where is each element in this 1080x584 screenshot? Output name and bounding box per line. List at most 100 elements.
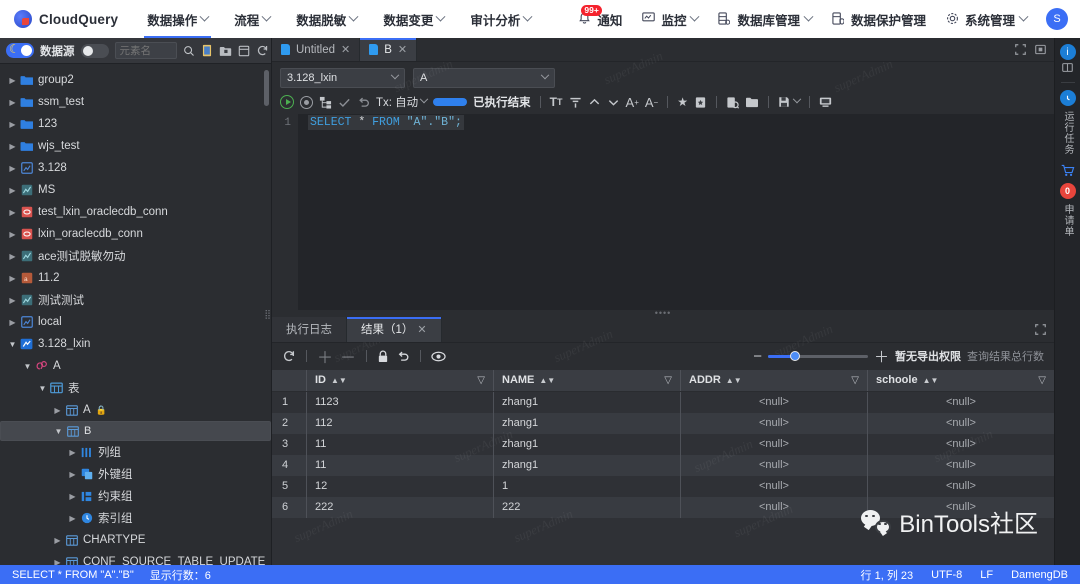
chevron-right-icon[interactable]: ▶	[6, 76, 19, 85]
refresh-icon[interactable]	[256, 43, 269, 58]
cart-icon[interactable]	[1061, 164, 1075, 180]
sort-icon[interactable]: ▲▼	[726, 376, 742, 384]
column-header-NAME[interactable]: NAME ▲▼ ▽	[493, 369, 680, 391]
cell-NAME[interactable]: zhang1	[493, 391, 680, 413]
chevron-down-icon[interactable]: ▼	[21, 362, 34, 371]
cell-schoole[interactable]: <null>	[867, 412, 1054, 434]
cell-ADDR[interactable]: <null>	[680, 454, 867, 476]
nav-item-2[interactable]: 数据脱敏	[283, 0, 370, 38]
header-action-3[interactable]: 数据保护管理	[823, 0, 935, 38]
tree-node-3[interactable]: ▶ wjs_test	[0, 135, 271, 157]
execution-plan-icon[interactable]	[319, 96, 332, 109]
theme-toggle[interactable]	[6, 42, 34, 58]
tree-node-4[interactable]: ▶ 3.128	[0, 157, 271, 179]
tree-node-6[interactable]: ▶ test_lxin_oraclecdb_conn	[0, 201, 271, 223]
row-limit-slider[interactable]	[767, 351, 868, 361]
column-header-ID[interactable]: ID ▲▼ ▽	[306, 369, 493, 391]
close-icon[interactable]: ✕	[341, 43, 350, 56]
cell-NAME[interactable]: zhang1	[493, 454, 680, 476]
tree-node-21[interactable]: ▶ CHARTYPE	[0, 529, 271, 551]
chevron-right-icon[interactable]: ▶	[66, 448, 79, 457]
chevron-right-icon[interactable]: ▶	[66, 470, 79, 479]
run-button[interactable]	[280, 95, 294, 109]
chevron-right-icon[interactable]: ▶	[51, 558, 64, 566]
tx-mode-label[interactable]: Tx: 自动	[376, 94, 418, 110]
tree-node-15[interactable]: ▶ A 🔒	[0, 399, 271, 421]
nav-item-1[interactable]: 流程	[221, 0, 283, 38]
tree-node-1[interactable]: ▶ ssm_test	[0, 91, 271, 113]
tree-node-14[interactable]: ▼ 表	[0, 377, 271, 399]
eye-icon[interactable]	[431, 351, 446, 362]
tree-node-8[interactable]: ▶ ace测试脱敏勿动	[0, 245, 271, 267]
expand-all-icon[interactable]	[607, 96, 620, 109]
total-rows-label[interactable]: 查询结果总行数	[967, 348, 1044, 364]
maximize-icon[interactable]	[1015, 44, 1026, 55]
tree-node-0[interactable]: ▶ group2	[0, 69, 271, 91]
schema-select[interactable]: A	[413, 67, 555, 88]
sort-icon[interactable]: ▲▼	[539, 376, 555, 384]
close-icon[interactable]: ✕	[417, 323, 426, 336]
tree-node-9[interactable]: ▶ a 11.2	[0, 267, 271, 289]
cell-NAME[interactable]: 1	[493, 475, 680, 497]
cell-ID[interactable]: 12	[306, 475, 493, 497]
status-cursor-position[interactable]: 行 1, 列 23	[861, 567, 914, 583]
table-row[interactable]: 1 1123 zhang1 <null> <null>	[272, 391, 1054, 413]
maximize-icon[interactable]	[1035, 323, 1046, 335]
sql-editor[interactable]: 1 SELECT * FROM "A"."B";	[272, 114, 1054, 310]
chevron-down-icon[interactable]: ▼	[52, 427, 65, 436]
chevron-right-icon[interactable]: ▶	[6, 296, 19, 305]
close-icon[interactable]: ✕	[398, 43, 407, 56]
chevron-right-icon[interactable]: ▶	[6, 120, 19, 129]
chevron-right-icon[interactable]: ▶	[6, 230, 19, 239]
refresh-icon[interactable]	[282, 349, 296, 363]
header-action-4[interactable]: 系统管理	[937, 0, 1036, 38]
nav-item-3[interactable]: 数据变更	[370, 0, 457, 38]
header-action-2[interactable]: 数据库管理	[709, 0, 821, 38]
column-header-ADDR[interactable]: ADDR ▲▼ ▽	[680, 369, 867, 391]
lock-icon[interactable]	[377, 350, 389, 363]
stop-button[interactable]	[300, 95, 313, 109]
tree-node-19[interactable]: ▶ 约束组	[0, 485, 271, 507]
cell-NAME[interactable]: zhang1	[493, 433, 680, 455]
sql-file-icon[interactable]	[201, 43, 213, 58]
favorite-icon[interactable]: ★	[677, 95, 688, 109]
tx-toggle[interactable]	[433, 98, 468, 106]
cell-ID[interactable]: 112	[306, 412, 493, 434]
filter-icon[interactable]: ▽	[1038, 375, 1046, 386]
save-icon[interactable]	[778, 96, 790, 108]
chevron-down-icon[interactable]	[792, 94, 802, 104]
cell-ADDR[interactable]: <null>	[680, 391, 867, 413]
chevron-right-icon[interactable]: ▶	[51, 536, 64, 545]
cell-ADDR[interactable]: <null>	[680, 475, 867, 497]
header-action-0[interactable]: 99+ 通知	[569, 0, 631, 38]
restore-icon[interactable]	[1035, 44, 1046, 55]
snippet-icon[interactable]	[694, 96, 707, 109]
chevron-right-icon[interactable]: ▶	[66, 514, 79, 523]
tree-resize-grip[interactable]: ⣿	[264, 309, 271, 320]
result-tab-1[interactable]: 结果（1） ✕	[347, 316, 442, 342]
avatar[interactable]: S	[1046, 8, 1068, 30]
decrease-font-icon[interactable]: A −	[645, 95, 658, 110]
running-tasks-label[interactable]: 运行任务	[1060, 111, 1075, 155]
cell-ID[interactable]: 222	[306, 496, 493, 518]
remove-row-icon[interactable]: －	[340, 344, 356, 368]
tree-node-10[interactable]: ▶ 测试测试	[0, 289, 271, 311]
chevron-down-icon[interactable]: ▼	[36, 384, 49, 393]
rollback-icon[interactable]	[357, 96, 370, 109]
table-row[interactable]: 3 11 zhang1 <null> <null>	[272, 433, 1054, 455]
tree-node-13[interactable]: ▼ A	[0, 355, 271, 377]
cell-ID[interactable]: 1123	[306, 391, 493, 413]
undo-icon[interactable]	[396, 350, 410, 363]
tree-node-5[interactable]: ▶ MS	[0, 179, 271, 201]
request-form-label[interactable]: 申请单	[1060, 204, 1075, 237]
header-action-1[interactable]: 监控	[633, 0, 707, 38]
table-row[interactable]: 5 12 1 <null> <null>	[272, 475, 1054, 497]
increase-font-icon[interactable]: A +	[626, 95, 639, 110]
tree-node-16[interactable]: ▼ B	[0, 421, 271, 441]
folder-add-icon[interactable]	[219, 43, 232, 58]
cell-NAME[interactable]: 222	[493, 496, 680, 518]
chevron-right-icon[interactable]: ▶	[66, 492, 79, 501]
tree-node-20[interactable]: ▶ 索引组	[0, 507, 271, 529]
cell-ADDR[interactable]: <null>	[680, 433, 867, 455]
status-encoding[interactable]: UTF-8	[931, 569, 962, 581]
